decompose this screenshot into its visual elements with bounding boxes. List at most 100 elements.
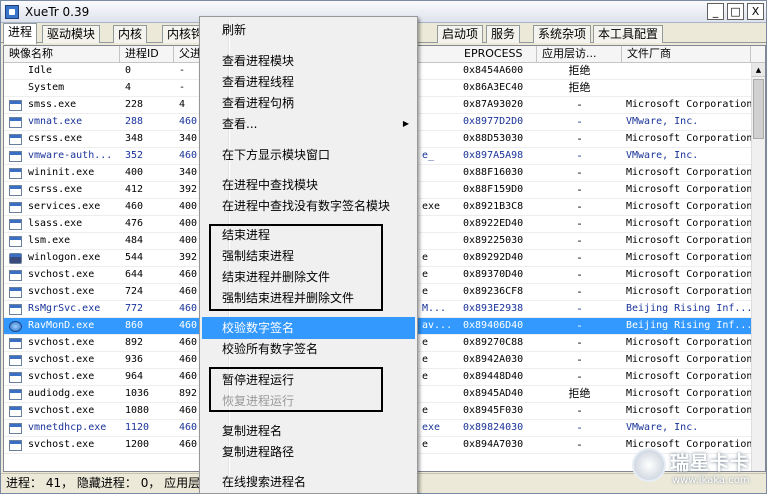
menu-item[interactable]: 暂停进程运行: [202, 369, 415, 391]
menu-item[interactable]: 在线搜索进程名: [202, 471, 415, 493]
cell-access: -: [577, 319, 582, 332]
menu-item-label: 结束进程并删除文件: [222, 270, 331, 284]
winlogon-icon: [9, 253, 22, 264]
menu-item[interactable]: 强制结束进程: [202, 245, 415, 267]
cell-access: -: [577, 183, 582, 196]
column-vendor[interactable]: 文件厂商: [622, 46, 751, 63]
menu-item-label: 强制结束进程: [222, 249, 295, 263]
minimize-button[interactable]: _: [707, 3, 724, 20]
cell-hidden-col: e: [422, 286, 429, 297]
cell-eprocess: 0x8945F030: [463, 405, 524, 416]
cell-eprocess: 0x86A3EC40: [463, 82, 524, 93]
tab-tool-config[interactable]: 本工具配置: [593, 25, 664, 43]
menu-item[interactable]: 刷新: [202, 19, 415, 41]
cell-access: -: [577, 166, 582, 179]
cell-hidden-col: e_: [422, 150, 435, 161]
process-icon: [9, 355, 22, 366]
column-eprocess[interactable]: EPROCESS: [459, 46, 537, 63]
cell-name: svchost.exe: [28, 371, 95, 382]
menu-item[interactable]: 结束进程并删除文件: [202, 266, 415, 288]
cell-name: vmnat.exe: [28, 116, 83, 127]
cell-vendor: Microsoft Corporation: [626, 99, 752, 110]
cell-hidden-col: exe: [422, 201, 441, 212]
maximize-button[interactable]: □: [727, 3, 744, 20]
cell-vendor: Beijing Rising Inf...: [626, 320, 752, 331]
cell-name: svchost.exe: [28, 269, 95, 280]
cell-access: -: [577, 285, 582, 298]
menu-item[interactable]: 复制进程名: [202, 420, 415, 442]
close-button[interactable]: X: [747, 3, 764, 20]
process-icon: [9, 168, 22, 179]
cell-access: -: [577, 336, 582, 349]
cell-pid: 892: [125, 337, 144, 348]
cell-pid: 400: [125, 167, 144, 178]
column-access[interactable]: 应用层访...: [537, 46, 622, 63]
cell-name: svchost.exe: [28, 439, 95, 450]
tab-driver-modules[interactable]: 驱动模块: [42, 25, 101, 43]
app-icon: [5, 5, 19, 19]
menu-item[interactable]: 强制结束进程并删除文件: [202, 287, 415, 309]
menu-item[interactable]: 查看... ▶: [202, 113, 415, 135]
cell-access: -: [577, 132, 582, 145]
menu-item-label: 查看进程线程: [222, 75, 295, 89]
cell-access: -: [577, 421, 582, 434]
tab-startup[interactable]: 启动项: [437, 25, 484, 43]
cell-name: svchost.exe: [28, 337, 95, 348]
cell-name: Idle: [28, 65, 53, 76]
menu-item[interactable]: 结束进程: [202, 224, 415, 246]
cell-eprocess: 0x89824030: [463, 422, 524, 433]
cell-name: RavMonD.exe: [28, 320, 95, 331]
cell-access: -: [577, 438, 582, 451]
cell-access: -: [577, 353, 582, 366]
menu-item[interactable]: 在进程中查找模块: [202, 174, 415, 196]
scroll-up-icon[interactable]: ▲: [752, 63, 765, 77]
rising-antivirus-icon: [9, 321, 22, 332]
scroll-thumb[interactable]: [753, 79, 764, 139]
process-icon: [9, 406, 22, 417]
cell-vendor: VMware, Inc.: [626, 150, 699, 161]
cell-pid: 772: [125, 303, 144, 314]
cell-pid: 476: [125, 218, 144, 229]
process-icon: [9, 440, 22, 451]
cell-access: 拒绝: [568, 81, 591, 94]
menu-item[interactable]: 复制进程路径: [202, 441, 415, 463]
vertical-scrollbar[interactable]: ▲: [751, 63, 765, 471]
menu-item[interactable]: 在进程中查找没有数字签名模块: [202, 195, 415, 217]
menu-item[interactable]: 校验数字签名: [202, 317, 415, 339]
column-pid[interactable]: 进程ID: [120, 46, 174, 63]
cell-hidden-col: e: [422, 269, 429, 280]
tab-services[interactable]: 服务: [486, 25, 521, 43]
tab-kernel[interactable]: 内核: [113, 25, 148, 43]
cell-name: lsass.exe: [28, 218, 83, 229]
cell-eprocess: 0x8942A030: [463, 354, 524, 365]
menu-item-label: 在进程中查找没有数字签名模块: [222, 199, 391, 213]
cell-pid: 544: [125, 252, 144, 263]
menu-item-label: 复制进程路径: [222, 445, 295, 459]
tab-system-misc[interactable]: 系统杂项: [533, 25, 592, 43]
menu-item[interactable]: 查看进程模块: [202, 50, 415, 72]
menu-item[interactable]: 校验所有数字签名: [202, 338, 415, 360]
column-image-name[interactable]: 映像名称: [4, 46, 120, 63]
cell-vendor: Microsoft Corporation: [626, 184, 752, 195]
cell-pid: 1036: [125, 388, 150, 399]
watermark-text: 瑞星卡卡: [670, 452, 751, 474]
cell-pid: 484: [125, 235, 144, 246]
process-icon: [9, 389, 22, 400]
cell-vendor: Beijing Rising Inf...: [626, 303, 752, 314]
menu-item[interactable]: 查看进程线程: [202, 71, 415, 93]
process-icon: [9, 270, 22, 281]
cell-name: services.exe: [28, 201, 101, 212]
menu-item-label: 复制进程名: [222, 424, 283, 438]
cell-eprocess: 0x89270C88: [463, 337, 524, 348]
menu-item[interactable]: 查看进程句柄: [202, 92, 415, 114]
cell-eprocess: 0x88F16030: [463, 167, 524, 178]
cell-pid: 288: [125, 116, 144, 127]
cell-hidden-col: e: [422, 337, 429, 348]
cell-name: winlogon.exe: [28, 252, 101, 263]
cell-eprocess: 0x89225030: [463, 235, 524, 246]
tab-process[interactable]: 进程: [3, 23, 38, 44]
menu-item[interactable]: 在下方显示模块窗口: [202, 144, 415, 166]
cell-access: -: [577, 302, 582, 315]
cell-pid: 1200: [125, 439, 150, 450]
menu-item-label: 在下方显示模块窗口: [222, 148, 331, 162]
